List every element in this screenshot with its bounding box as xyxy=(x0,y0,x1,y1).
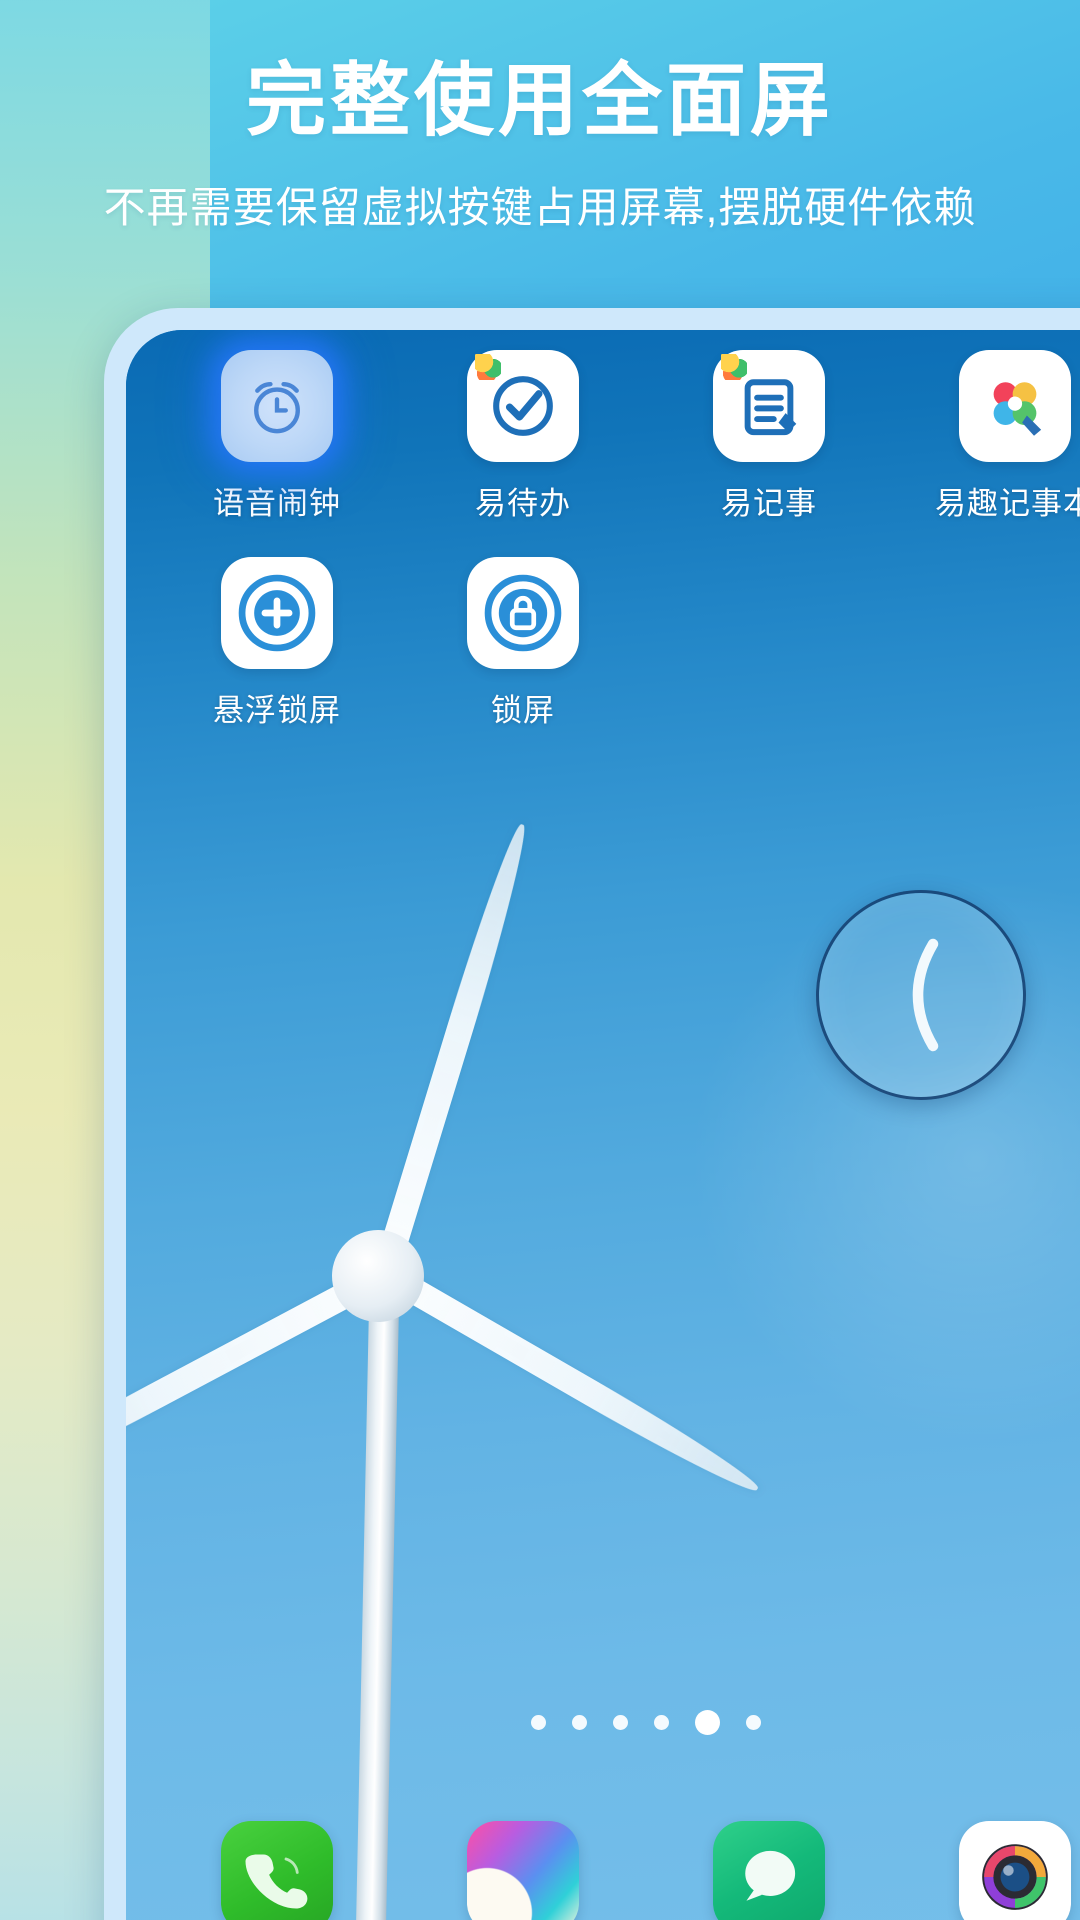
page-indicator[interactable] xyxy=(126,1710,1080,1735)
plus-circle-icon[interactable] xyxy=(221,557,333,669)
phone-handset-icon[interactable] xyxy=(221,1821,333,1920)
app-label: 易记事 xyxy=(721,486,817,521)
page-dot[interactable] xyxy=(746,1715,761,1730)
plus-circle-glyph xyxy=(238,574,316,652)
phone-screen: 语音闹钟 易待办 易记事 易趣记事本 悬浮锁屏 锁屏 xyxy=(126,330,1080,1920)
app-item-voice-alarm[interactable]: 语音闹钟 xyxy=(154,350,400,523)
app-grid: 语音闹钟 易待办 易记事 易趣记事本 悬浮锁屏 锁屏 xyxy=(126,350,1080,730)
dock-item-phone[interactable]: 电话 xyxy=(154,1821,400,1920)
message-bubble-icon[interactable] xyxy=(713,1821,825,1920)
promo-page: 完整使用全面屏 不再需要保留虚拟按键占用屏幕,摆脱硬件依赖 语音闹钟 易待办 易… xyxy=(0,0,1080,1920)
wind-turbine-hub-icon xyxy=(332,1230,424,1322)
app-item-fun-notebook[interactable]: 易趣记事本 xyxy=(892,350,1080,523)
confetti-decor-icon xyxy=(721,354,747,380)
lock-circle-icon[interactable] xyxy=(467,557,579,669)
app-label: 易趣记事本 xyxy=(935,486,1080,521)
lock-circle-glyph xyxy=(484,574,562,652)
page-dot[interactable] xyxy=(572,1715,587,1730)
alarm-clock-icon[interactable] xyxy=(221,350,333,462)
app-label: 语音闹钟 xyxy=(213,486,341,521)
floating-assistive-button[interactable] xyxy=(816,890,1026,1100)
camera-lens-icon[interactable] xyxy=(959,1821,1071,1920)
app-item-notes[interactable]: 易记事 xyxy=(646,350,892,523)
app-item-float-lock[interactable]: 悬浮锁屏 xyxy=(154,557,400,730)
app-label: 锁屏 xyxy=(491,693,555,728)
note-edit-icon[interactable] xyxy=(713,350,825,462)
phone-mockup: 语音闹钟 易待办 易记事 易趣记事本 悬浮锁屏 锁屏 xyxy=(104,308,1080,1920)
promo-subheadline: 不再需要保留虚拟按键占用屏幕,摆脱硬件依赖 xyxy=(103,183,977,231)
camera-lens-glyph xyxy=(982,1844,1048,1910)
promo-text-block: 完整使用全面屏 不再需要保留虚拟按键占用屏幕,摆脱硬件依赖 xyxy=(0,56,1080,235)
message-bubble-glyph xyxy=(745,1850,796,1901)
back-gesture-arc-icon xyxy=(912,938,939,1052)
dock: 电话 相册 信息 xyxy=(126,1821,1080,1920)
dock-item-camera[interactable]: 相机 xyxy=(892,1821,1080,1920)
dock-item-gallery[interactable]: 相册 xyxy=(400,1821,646,1920)
check-circle-icon[interactable] xyxy=(467,350,579,462)
app-label: 易待办 xyxy=(475,486,571,521)
app-item-todo[interactable]: 易待办 xyxy=(400,350,646,523)
app-label: 悬浮锁屏 xyxy=(213,693,341,728)
gallery-icon[interactable] xyxy=(467,1821,579,1920)
page-dot[interactable] xyxy=(654,1715,669,1730)
page-dot[interactable] xyxy=(531,1715,546,1730)
confetti-decor-icon xyxy=(475,354,501,380)
clover-note-glyph xyxy=(993,382,1042,436)
page-dot[interactable] xyxy=(613,1715,628,1730)
phone-handset-glyph xyxy=(245,1854,308,1909)
app-item-lock[interactable]: 锁屏 xyxy=(400,557,646,730)
dock-item-messages[interactable]: 信息 xyxy=(646,1821,892,1920)
clover-note-icon[interactable] xyxy=(959,350,1071,462)
promo-headline: 完整使用全面屏 xyxy=(246,56,834,145)
page-dot-active[interactable] xyxy=(695,1710,720,1735)
alarm-clock-glyph xyxy=(254,381,300,434)
